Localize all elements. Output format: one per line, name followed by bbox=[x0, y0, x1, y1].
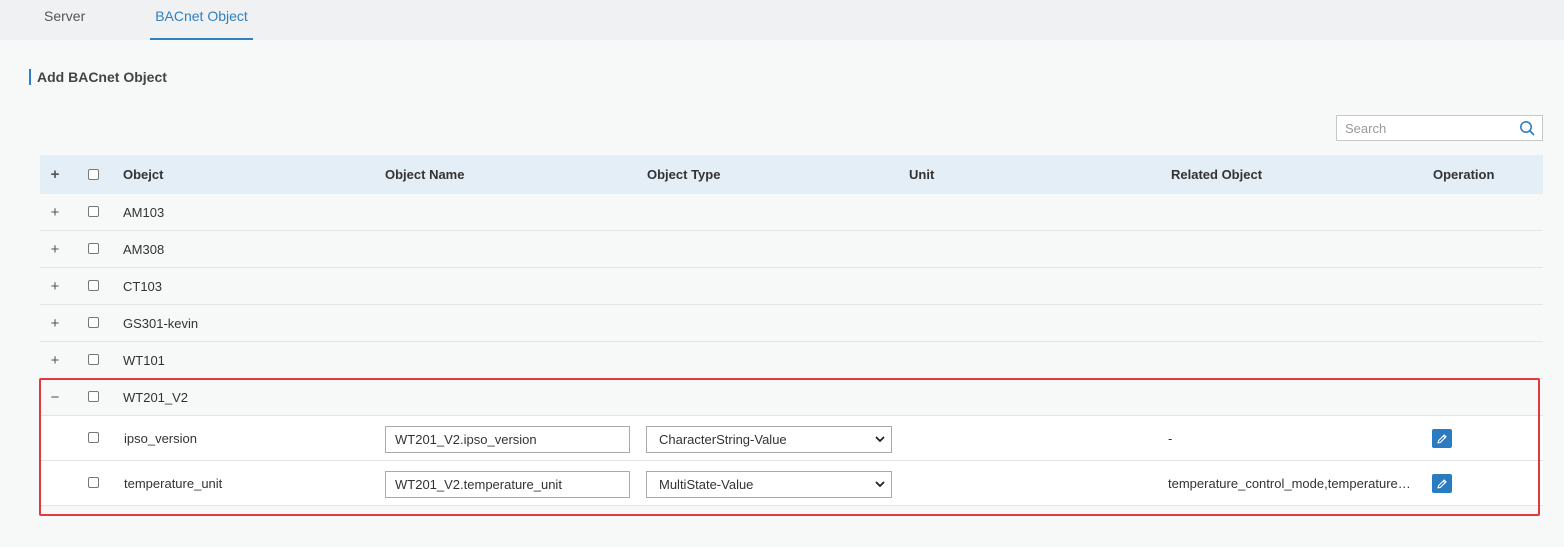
edit-button[interactable] bbox=[1432, 474, 1452, 493]
section-title: Add BACnet Object bbox=[29, 69, 167, 85]
select-all-checkbox[interactable] bbox=[88, 168, 99, 180]
pencil-icon bbox=[1437, 478, 1447, 489]
expand-toggle[interactable]: + bbox=[49, 268, 61, 304]
header-related-object: Related Object bbox=[1171, 167, 1263, 182]
row-checkbox[interactable] bbox=[88, 477, 99, 488]
group-label: AM308 bbox=[123, 241, 165, 257]
chevron-down-icon bbox=[875, 481, 885, 488]
group-label: CT103 bbox=[123, 278, 163, 294]
related-object-value: - bbox=[1168, 416, 1414, 460]
table-row: ipso_version CharacterString-Value - bbox=[40, 416, 1543, 461]
related-object-text: temperature_control_mode,temperature_tar… bbox=[1168, 475, 1412, 491]
search-icon[interactable] bbox=[1519, 120, 1535, 136]
pencil-icon bbox=[1437, 433, 1447, 444]
collapse-toggle[interactable]: − bbox=[49, 379, 61, 415]
table-row: − WT201_V2 bbox=[40, 379, 1543, 416]
object-type-select[interactable]: CharacterString-Value bbox=[646, 426, 892, 453]
table-row: + WT101 bbox=[40, 342, 1543, 379]
related-object-value: temperature_control_mode,temperature_tar… bbox=[1168, 461, 1414, 505]
table-row: + GS301-kevin bbox=[40, 305, 1543, 342]
row-checkbox[interactable] bbox=[88, 280, 99, 291]
header-unit: Unit bbox=[909, 167, 935, 182]
tab-bacnet-object[interactable]: BACnet Object bbox=[150, 0, 253, 40]
object-name-input[interactable] bbox=[385, 471, 630, 498]
header-object-name: Object Name bbox=[385, 167, 465, 182]
related-object-text: - bbox=[1168, 430, 1173, 446]
object-type-value: CharacterString-Value bbox=[659, 432, 787, 447]
expand-toggle[interactable]: + bbox=[49, 305, 61, 341]
row-checkbox[interactable] bbox=[88, 391, 99, 402]
search-box bbox=[1336, 115, 1543, 141]
row-checkbox[interactable] bbox=[88, 206, 99, 217]
table-row: temperature_unit MultiState-Value temper… bbox=[40, 461, 1543, 506]
table-row: + AM308 bbox=[40, 231, 1543, 268]
object-label: temperature_unit bbox=[124, 475, 223, 491]
expand-all-toggle[interactable]: + bbox=[49, 155, 61, 194]
table-row: + CT103 bbox=[40, 268, 1543, 305]
row-checkbox[interactable] bbox=[88, 432, 99, 443]
tab-server[interactable]: Server bbox=[44, 0, 85, 40]
object-type-value: MultiState-Value bbox=[659, 477, 754, 492]
expand-toggle[interactable]: + bbox=[49, 342, 61, 378]
header-operation: Operation bbox=[1433, 167, 1495, 182]
expand-toggle[interactable]: + bbox=[49, 231, 61, 267]
group-label: GS301-kevin bbox=[123, 315, 199, 331]
table-row: + AM103 bbox=[40, 194, 1543, 231]
group-label: WT101 bbox=[123, 352, 165, 368]
table-header: + Obejct Object Name Object Type Unit Re… bbox=[40, 155, 1543, 194]
row-checkbox[interactable] bbox=[88, 317, 99, 328]
row-checkbox[interactable] bbox=[88, 354, 99, 365]
header-object-type: Object Type bbox=[647, 167, 721, 182]
object-name-input[interactable] bbox=[385, 426, 630, 453]
chevron-down-icon bbox=[875, 436, 885, 443]
bacnet-object-table: + Obejct Object Name Object Type Unit Re… bbox=[40, 155, 1543, 506]
group-label: AM103 bbox=[123, 204, 165, 220]
edit-button[interactable] bbox=[1432, 429, 1452, 448]
object-label: ipso_version bbox=[124, 430, 197, 446]
object-type-select[interactable]: MultiState-Value bbox=[646, 471, 892, 498]
header-object: Obejct bbox=[123, 167, 164, 182]
expand-toggle[interactable]: + bbox=[49, 194, 61, 230]
row-checkbox[interactable] bbox=[88, 243, 99, 254]
tab-bar: Server BACnet Object bbox=[0, 0, 1564, 40]
search-input[interactable] bbox=[1337, 116, 1515, 140]
group-label: WT201_V2 bbox=[123, 389, 189, 405]
